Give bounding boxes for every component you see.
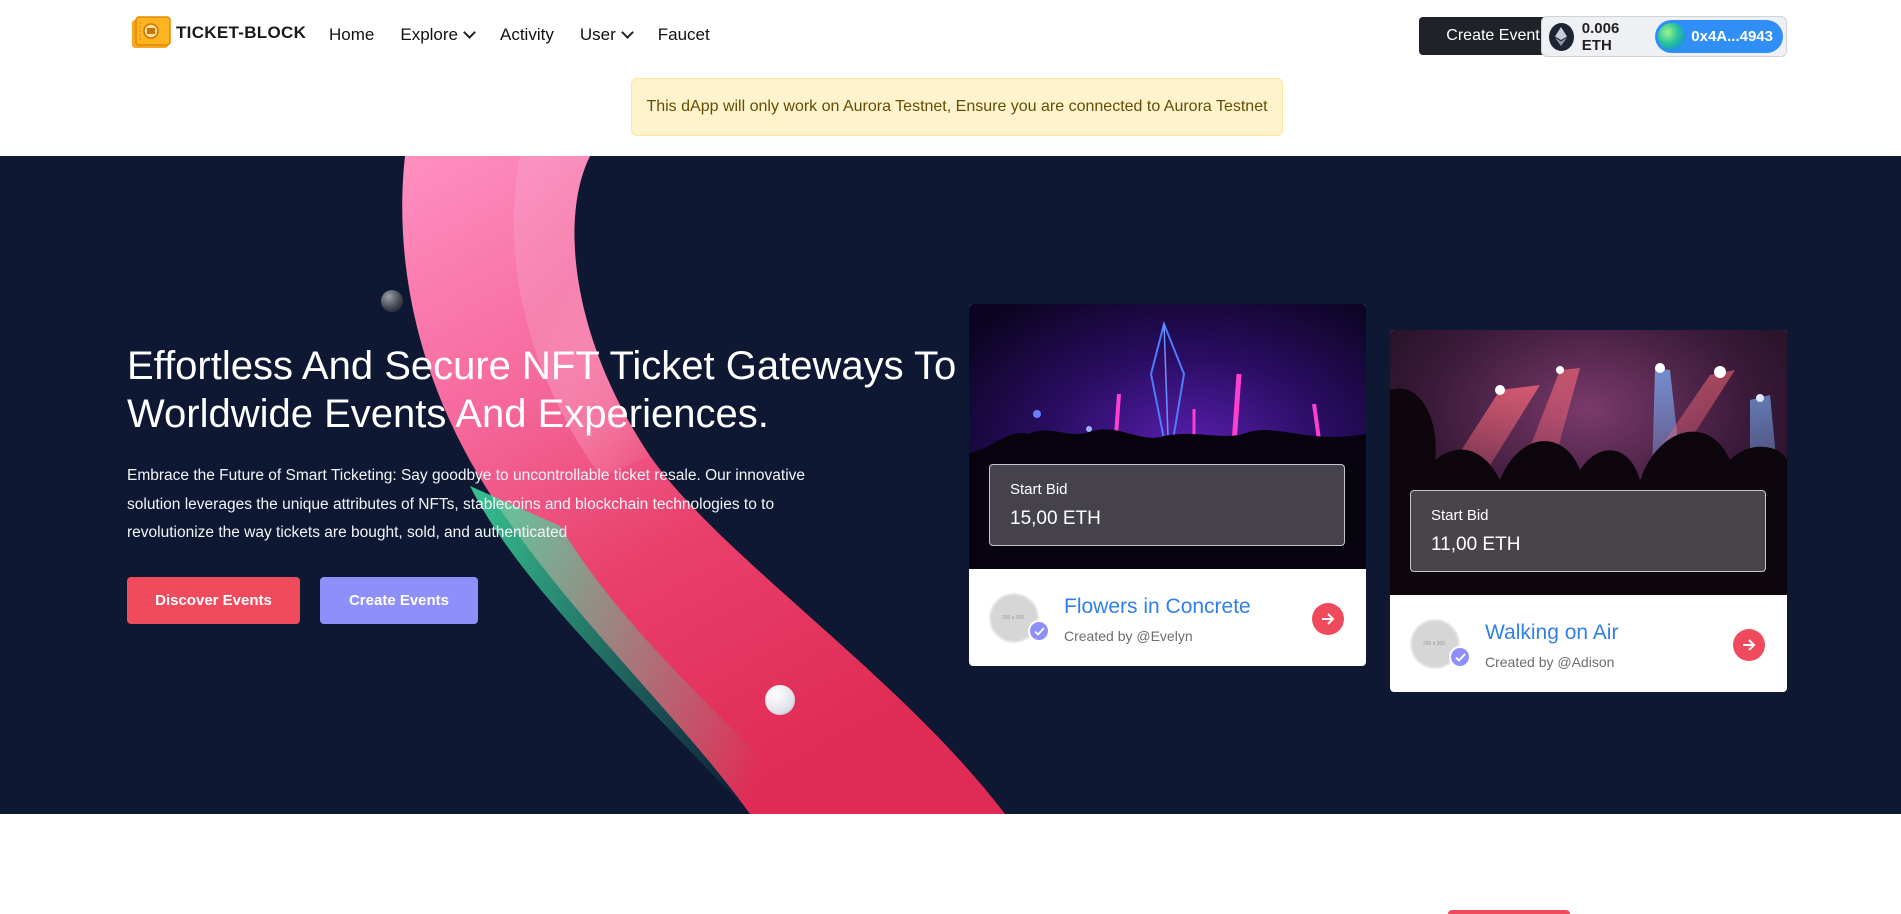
site-header: TICKET-BLOCK Home Explore Activity User … [0,0,1901,72]
event-card[interactable]: Start Bid 11,00 ETH 200 x 200 Walking on… [1390,330,1787,692]
decorative-sphere-light [765,685,795,715]
discover-events-button[interactable]: Discover Events [127,577,300,624]
ticket-logo-icon [130,14,172,52]
brand-name: TICKET-BLOCK [176,23,307,42]
wallet-address-chip[interactable]: 0x4A...4943 [1655,20,1783,53]
event-card-body: 200 x 200 Flowers in Concrete Created by… [969,569,1366,666]
eth-balance-value: 0.006 ETH [1581,19,1620,54]
nav-home-label: Home [329,25,375,44]
create-events-button[interactable]: Create Events [320,577,478,624]
wallet-address: 0x4A...4943 [1691,28,1773,45]
hero-section: Effortless And Secure NFT Ticket Gateway… [0,156,1901,814]
event-creator: Created by @Evelyn [1064,628,1193,644]
wallet-widget[interactable]: 0.006 ETH 0x4A...4943 [1541,16,1787,57]
eth-balance: 0.006 ETH [1545,20,1655,54]
nav-explore[interactable]: Explore [400,25,476,45]
chevron-down-icon [463,26,476,39]
avatar-placeholder-text: 200 x 200 [1423,641,1445,647]
event-image: Start Bid 15,00 ETH [969,304,1366,569]
event-card-body: 200 x 200 Walking on Air Created by @Adi… [1390,595,1787,692]
verified-check-icon [1449,646,1471,668]
start-bid-label: Start Bid [1010,481,1068,498]
section-button-peek [1448,910,1570,914]
start-bid-box: Start Bid 11,00 ETH [1410,490,1766,572]
nav-activity-label: Activity [500,25,554,44]
hero-description: Embrace the Future of Smart Ticketing: S… [127,467,806,541]
main-nav: Home Explore Activity User Faucet [329,25,710,45]
event-image: Start Bid 11,00 ETH [1390,330,1787,595]
event-title[interactable]: Flowers in Concrete [1064,595,1251,619]
avatar-placeholder-text: 200 x 200 [1002,615,1024,621]
event-card[interactable]: Start Bid 15,00 ETH 200 x 200 Flowers in… [969,304,1366,666]
network-alert: This dApp will only work on Aurora Testn… [631,78,1283,136]
verified-check-icon [1028,620,1050,642]
brand-logo[interactable]: TICKET-BLOCK [130,14,306,52]
nav-activity[interactable]: Activity [500,25,554,45]
start-bid-label: Start Bid [1431,507,1489,524]
chevron-down-icon [620,26,634,39]
event-title[interactable]: Walking on Air [1485,621,1618,645]
nav-faucet[interactable]: Faucet [658,25,710,45]
start-bid-value: 15,00 ETH [1010,508,1101,529]
nav-home[interactable]: Home [329,25,374,45]
ethereum-icon [1549,22,1574,51]
event-creator: Created by @Adison [1485,654,1615,670]
start-bid-value: 11,00 ETH [1431,534,1521,555]
nav-faucet-label: Faucet [657,25,710,44]
decorative-sphere-dark [381,290,403,312]
wallet-avatar [1658,23,1686,50]
nav-explore-label: Explore [400,25,458,44]
arrow-right-icon[interactable] [1312,603,1344,635]
hero-title: Effortless And Secure NFT Ticket Gateway… [127,344,957,436]
arrow-right-icon[interactable] [1733,629,1765,661]
nav-user[interactable]: User [579,25,634,45]
nav-user-label: User [579,25,616,44]
start-bid-box: Start Bid 15,00 ETH [989,464,1345,546]
